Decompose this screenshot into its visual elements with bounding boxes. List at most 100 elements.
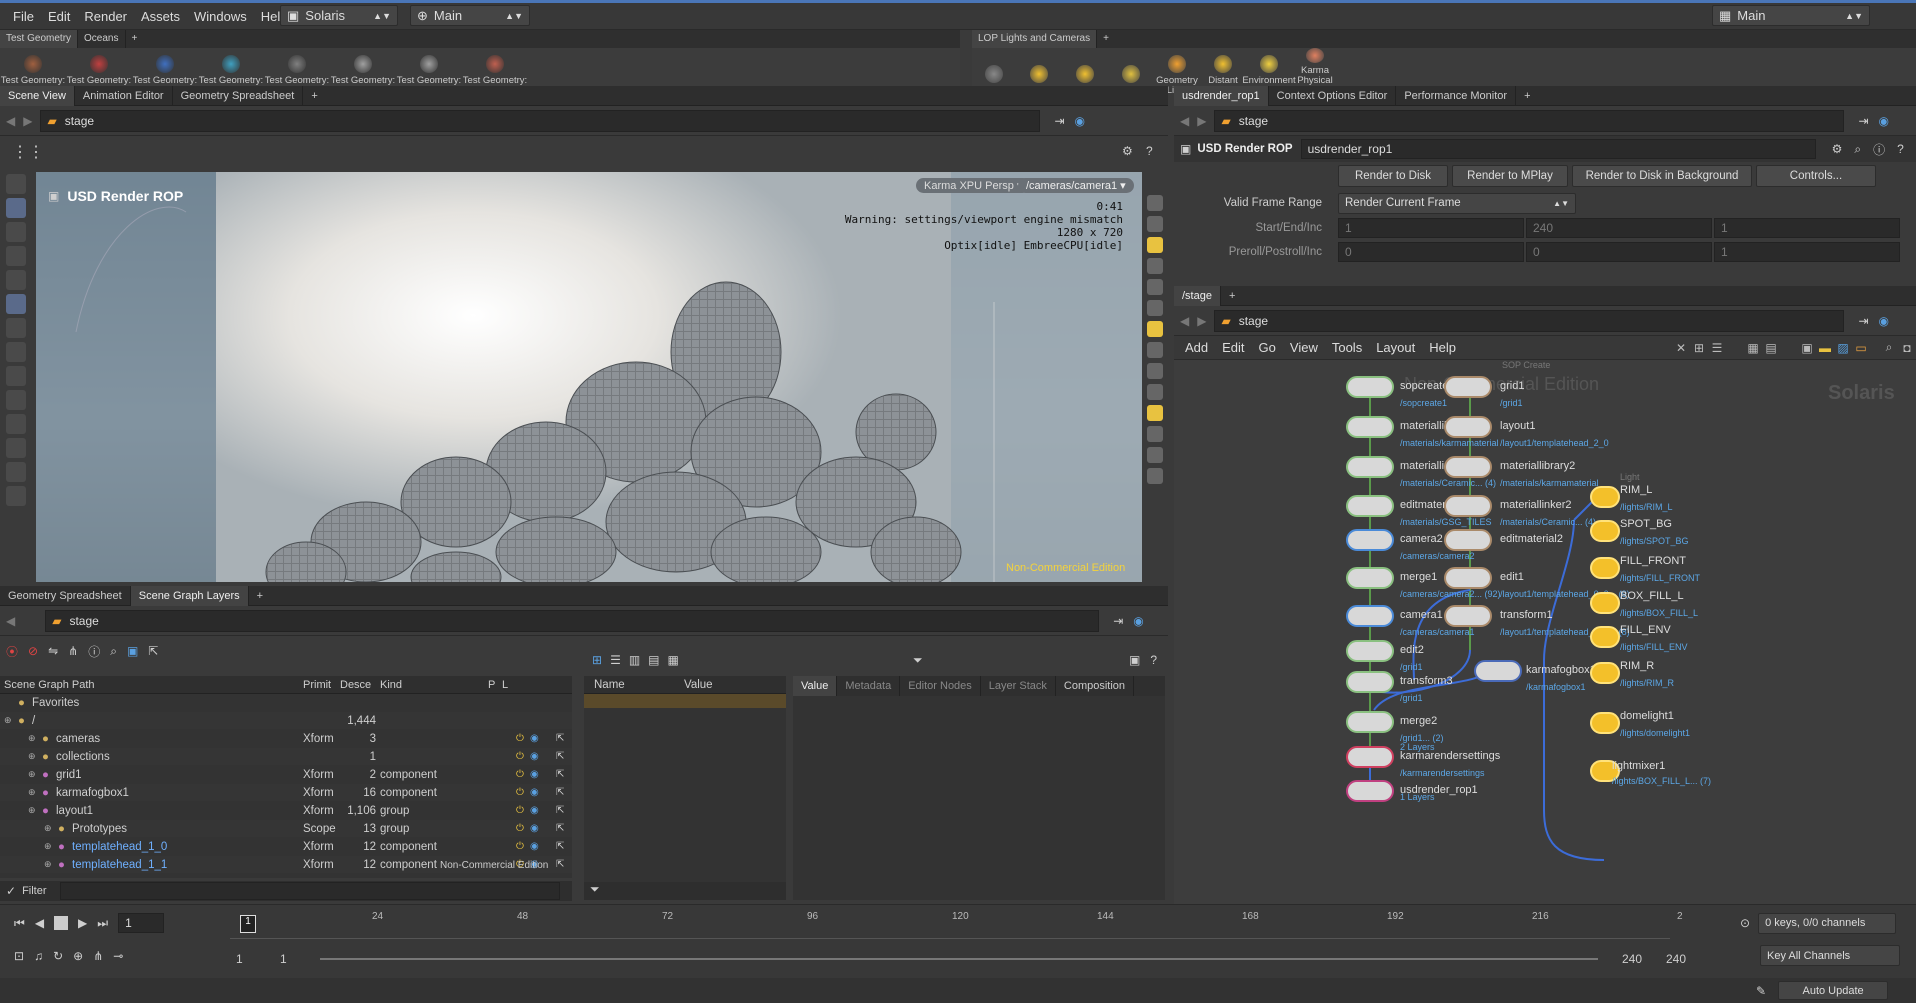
node-camera1[interactable]: [1346, 605, 1394, 627]
forward-icon[interactable]: ▶: [1197, 114, 1206, 128]
node-karmarendersettings[interactable]: [1346, 746, 1394, 768]
node-camera2[interactable]: [1346, 529, 1394, 551]
pick-icon[interactable]: ⇱: [556, 769, 564, 780]
tree-icon[interactable]: ⊞: [1690, 339, 1708, 357]
expand-icon[interactable]: ⊕: [28, 787, 36, 798]
visibility-icon[interactable]: ⏻: [516, 751, 524, 762]
scene-graph-row[interactable]: ● Favorites: [0, 694, 572, 712]
tab-metadata[interactable]: Metadata: [837, 676, 901, 696]
shelf-tab-oceans[interactable]: Oceans: [78, 30, 126, 48]
render-background-button[interactable]: Render to Disk in Background: [1572, 165, 1752, 187]
node-edit2[interactable]: [1346, 640, 1394, 662]
light-node-FILL_FRONT[interactable]: [1590, 557, 1620, 579]
eye-icon[interactable]: ◉: [530, 841, 539, 852]
visibility-icon[interactable]: ⏻: [516, 841, 524, 852]
start-field[interactable]: 1: [1338, 218, 1524, 238]
image-icon[interactable]: ▣: [1798, 339, 1816, 357]
menu-render[interactable]: Render: [77, 9, 134, 24]
lock-icon[interactable]: [1147, 237, 1163, 253]
col-primitive[interactable]: Primit: [303, 679, 331, 691]
playhead[interactable]: 1: [240, 915, 256, 933]
box-icon[interactable]: ▭: [1852, 339, 1870, 357]
tree-view-icon[interactable]: ⊞: [592, 653, 602, 667]
range-start[interactable]: 1: [236, 952, 280, 966]
display-icon[interactable]: [1147, 195, 1163, 211]
camera-icon[interactable]: [1147, 258, 1163, 274]
pin-icon[interactable]: [1147, 363, 1163, 379]
pick-icon[interactable]: ⇱: [148, 644, 158, 658]
skip-start-icon[interactable]: ⏮: [14, 916, 25, 931]
preroll-field[interactable]: 0: [1338, 242, 1524, 262]
network-path-field[interactable]: ▰ stage: [1214, 309, 1845, 332]
pick-icon[interactable]: ⇱: [556, 751, 564, 762]
visibility-icon[interactable]: ⏻: [516, 787, 524, 798]
range-icon[interactable]: ⊕: [73, 949, 83, 963]
col-p[interactable]: P: [488, 679, 495, 691]
picture-icon[interactable]: ▨: [1834, 339, 1852, 357]
solo-icon[interactable]: [1147, 468, 1163, 484]
note-icon[interactable]: ▬: [1816, 339, 1834, 357]
back-icon[interactable]: ◀: [1180, 114, 1189, 128]
forward-icon[interactable]: ▶: [1197, 314, 1206, 328]
node-grid1[interactable]: [1444, 376, 1492, 398]
rows-icon[interactable]: ▤: [648, 653, 659, 667]
realtime-icon[interactable]: ⊡: [14, 949, 24, 963]
gizmo-icon[interactable]: [6, 486, 26, 506]
pin-icon[interactable]: ⇥: [1113, 614, 1123, 628]
forward-icon[interactable]: ▶: [23, 114, 32, 128]
info-icon[interactable]: ⓘ: [88, 643, 100, 660]
eye-icon[interactable]: ◉: [530, 769, 539, 780]
ghost-icon[interactable]: [1147, 279, 1163, 295]
shelf-tab-lop-lights[interactable]: LOP Lights and Cameras: [972, 30, 1098, 48]
filter-icon[interactable]: ⏷: [913, 653, 923, 668]
tab-usdrender-rop1[interactable]: usdrender_rop1: [1174, 85, 1269, 106]
postroll-field[interactable]: 0: [1526, 242, 1712, 262]
pin-icon[interactable]: ⇥: [1858, 314, 1868, 328]
node-editmaterial2[interactable]: [1444, 529, 1492, 551]
net-menu-layout[interactable]: Layout: [1369, 340, 1422, 355]
inc-field[interactable]: 1: [1714, 218, 1900, 238]
keys-dropdown[interactable]: 0 keys, 0/0 channels: [1758, 912, 1897, 934]
keyframe-icon[interactable]: ⊸: [113, 949, 123, 963]
light-icon[interactable]: [1147, 300, 1163, 316]
rec-icon[interactable]: [1147, 384, 1163, 400]
link-icon[interactable]: ◉: [1075, 114, 1085, 128]
scene-graph-row[interactable]: ⊕ ● collections 1 ⏻ ◉ ⇱: [0, 748, 572, 766]
expand-icon[interactable]: ⊕: [28, 751, 36, 762]
wrench-icon[interactable]: ✕: [1672, 339, 1690, 357]
light-icon[interactable]: [6, 414, 26, 434]
lock-icon[interactable]: [6, 198, 26, 218]
net-menu-add[interactable]: Add: [1178, 340, 1215, 355]
node-layout1[interactable]: [1444, 416, 1492, 438]
ruler-icon[interactable]: [6, 390, 26, 410]
tab-stage[interactable]: /stage: [1174, 285, 1221, 306]
key-all-dropdown[interactable]: Key All Channels: [1760, 945, 1900, 966]
light-node-BOX_FILL_L[interactable]: [1590, 592, 1620, 614]
eye-icon[interactable]: ◉: [530, 733, 539, 744]
expand-icon[interactable]: ⊕: [28, 769, 36, 780]
node-editmaterial1[interactable]: [1346, 495, 1394, 517]
link-icon[interactable]: ◉: [1879, 114, 1889, 128]
renderer-dropdown[interactable]: Karma XPU Persp ▾: [916, 178, 1031, 193]
back-icon[interactable]: ◀: [1180, 314, 1189, 328]
col-l[interactable]: L: [502, 679, 508, 691]
end-field[interactable]: 240: [1526, 218, 1712, 238]
help-icon[interactable]: ?: [1150, 653, 1157, 667]
add-tab-icon[interactable]: +: [249, 586, 271, 606]
bulb-icon[interactable]: [1147, 321, 1163, 337]
right-context-dropdown[interactable]: ▦ Main ▲▼: [1712, 5, 1870, 26]
expand-icon[interactable]: ⊕: [28, 733, 36, 744]
search-icon[interactable]: ⌕: [1854, 142, 1861, 157]
col-path[interactable]: Scene Graph Path: [4, 679, 95, 691]
tab-geometry-spreadsheet[interactable]: Geometry Spreadsheet: [173, 85, 304, 106]
render-icon[interactable]: [6, 462, 26, 482]
range-start-2[interactable]: 1: [280, 952, 320, 966]
grid-view-icon[interactable]: ▦: [1744, 339, 1762, 357]
key-icon[interactable]: ⋔: [93, 949, 103, 963]
help-icon[interactable]: ?: [1897, 142, 1904, 156]
col-descendants[interactable]: Desce: [340, 679, 371, 691]
visibility-icon[interactable]: ⏻: [516, 769, 524, 780]
frame-field[interactable]: 1: [118, 913, 165, 933]
node-materiallinker2[interactable]: [1444, 495, 1492, 517]
back-icon[interactable]: ◀: [6, 114, 15, 128]
